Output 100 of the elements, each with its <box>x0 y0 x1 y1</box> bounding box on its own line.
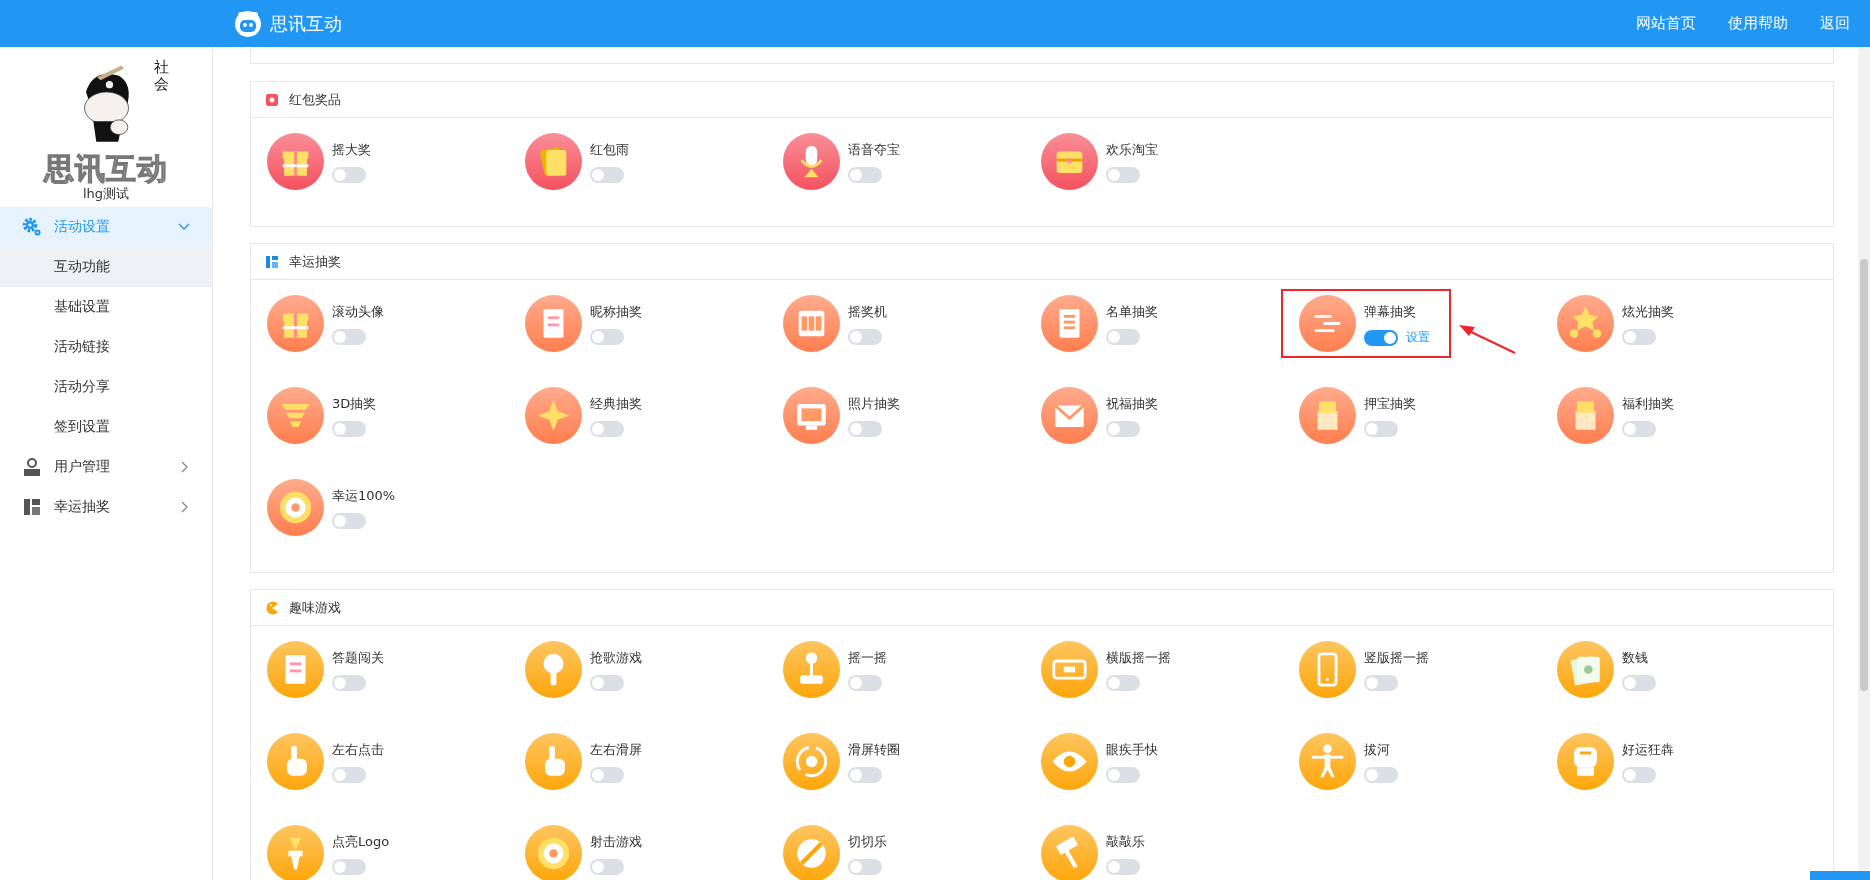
username: lhg测试 <box>81 185 131 203</box>
chevron-down-icon <box>178 223 190 231</box>
scrollbar[interactable] <box>1858 47 1870 870</box>
toggle-switch[interactable] <box>332 675 366 691</box>
feature-label: 摇奖机 <box>848 303 887 321</box>
toggle-switch[interactable] <box>848 329 882 345</box>
eye-icon <box>1041 733 1098 790</box>
feature-label: 红包雨 <box>590 141 629 159</box>
toggle-switch[interactable] <box>1106 167 1140 183</box>
photo-icon <box>783 387 840 444</box>
robot-logo-icon <box>234 9 262 38</box>
feature-label: 数钱 <box>1622 649 1649 667</box>
toggle-switch[interactable] <box>848 167 882 183</box>
submenu-item[interactable]: 互动功能 <box>0 247 212 287</box>
toggle-switch[interactable] <box>1622 329 1656 345</box>
phone-icon <box>1299 641 1356 698</box>
funnel-icon <box>267 387 324 444</box>
feature-label: 幸运100% <box>332 487 396 505</box>
feature-label: 弹幕抽奖 <box>1364 303 1417 321</box>
feature-label: 语音夺宝 <box>848 141 900 159</box>
toggle-switch[interactable] <box>332 859 366 875</box>
logo-tag: 社会 <box>153 59 169 92</box>
phone-icon <box>1041 641 1098 698</box>
toggle-switch[interactable] <box>1106 421 1140 437</box>
section-title: 趣味游戏 <box>289 598 341 617</box>
logo-caption: 思讯互动 <box>44 150 168 187</box>
toggle-switch[interactable] <box>1364 421 1398 437</box>
stars-icon <box>1557 295 1614 352</box>
toggle-switch[interactable] <box>332 767 366 783</box>
toggle-switch[interactable] <box>848 675 882 691</box>
toggle-switch[interactable] <box>1364 675 1398 691</box>
target-icon <box>267 479 324 536</box>
toggle-switch[interactable] <box>848 767 882 783</box>
feature-label: 欢乐淘宝 <box>1106 141 1158 159</box>
feature-label: 切切乐 <box>848 833 887 851</box>
feature-label: 竖版摇一摇 <box>1364 649 1429 667</box>
sparkle-icon <box>525 387 582 444</box>
microphone-icon <box>783 133 840 190</box>
menu-item[interactable]: 用户管理 <box>0 447 212 487</box>
feature-label: 名单抽奖 <box>1106 303 1158 321</box>
toggle-switch[interactable] <box>1364 767 1398 783</box>
toggle-switch[interactable] <box>332 513 366 529</box>
toggle-switch[interactable] <box>590 167 624 183</box>
toggle-switch[interactable] <box>1622 675 1656 691</box>
feature-label: 答题闯关 <box>332 649 384 667</box>
hand-icon <box>525 733 582 790</box>
slot-machine-icon <box>783 295 840 352</box>
joystick-icon <box>783 641 840 698</box>
layout-icon <box>22 497 42 517</box>
feature-label: 拔河 <box>1364 741 1391 759</box>
toggle-switch[interactable] <box>590 421 624 437</box>
feature-label: 摇大奖 <box>332 141 371 159</box>
feature-label: 抢歌游戏 <box>590 649 642 667</box>
toggle-switch[interactable] <box>1106 329 1140 345</box>
feature-label: 射击游戏 <box>590 833 642 851</box>
hand-icon <box>267 733 324 790</box>
banknote-icon <box>1557 641 1614 698</box>
toggle-switch[interactable] <box>848 421 882 437</box>
submenu-item[interactable]: 活动链接 <box>0 327 212 367</box>
box-icon <box>1557 387 1614 444</box>
feature-label: 滑屏转圈 <box>848 741 900 759</box>
document-icon <box>267 641 324 698</box>
lines-icon <box>1299 295 1356 352</box>
toggle-switch[interactable] <box>1106 675 1140 691</box>
feature-label: 摇一摇 <box>848 649 887 667</box>
floating-button[interactable] <box>1810 871 1870 880</box>
feature-label: 滚动头像 <box>332 303 384 321</box>
toggle-switch[interactable] <box>1364 329 1398 346</box>
gear-icon <box>22 217 42 237</box>
feature-label: 押宝抽奖 <box>1364 395 1416 413</box>
submenu-item[interactable]: 基础设置 <box>0 287 212 327</box>
toggle-switch[interactable] <box>590 675 624 691</box>
toggle-switch[interactable] <box>590 329 624 345</box>
feature-label: 左右点击 <box>332 741 384 759</box>
feature-label: 3D抽奖 <box>332 395 377 413</box>
pacman-icon <box>265 600 279 615</box>
toggle-switch[interactable] <box>848 859 882 875</box>
toggle-switch[interactable] <box>590 767 624 783</box>
user-icon <box>22 457 42 477</box>
toggle-switch[interactable] <box>1622 421 1656 437</box>
feature-label: 点亮Logo <box>332 833 390 851</box>
treasure-chest-icon <box>1041 133 1098 190</box>
toggle-switch[interactable] <box>1622 767 1656 783</box>
toggle-switch[interactable] <box>332 329 366 345</box>
rotate-icon <box>783 733 840 790</box>
gift-icon <box>267 133 324 190</box>
submenu-item[interactable]: 签到设置 <box>0 407 212 447</box>
toggle-switch[interactable] <box>590 859 624 875</box>
list-icon <box>1041 295 1098 352</box>
feature-label: 好运狂犇 <box>1622 741 1674 759</box>
toggle-switch[interactable] <box>332 421 366 437</box>
feature-label: 敲敲乐 <box>1106 833 1145 851</box>
toggle-switch[interactable] <box>1106 859 1140 875</box>
submenu-item[interactable]: 活动分享 <box>0 367 212 407</box>
feature-label: 眼疾手快 <box>1106 741 1158 759</box>
document-icon <box>525 295 582 352</box>
toggle-switch[interactable] <box>1106 767 1140 783</box>
menu-item[interactable]: 幸运抽奖 <box>0 487 212 527</box>
toggle-switch[interactable] <box>332 167 366 183</box>
feature-label: 经典抽奖 <box>590 395 642 413</box>
